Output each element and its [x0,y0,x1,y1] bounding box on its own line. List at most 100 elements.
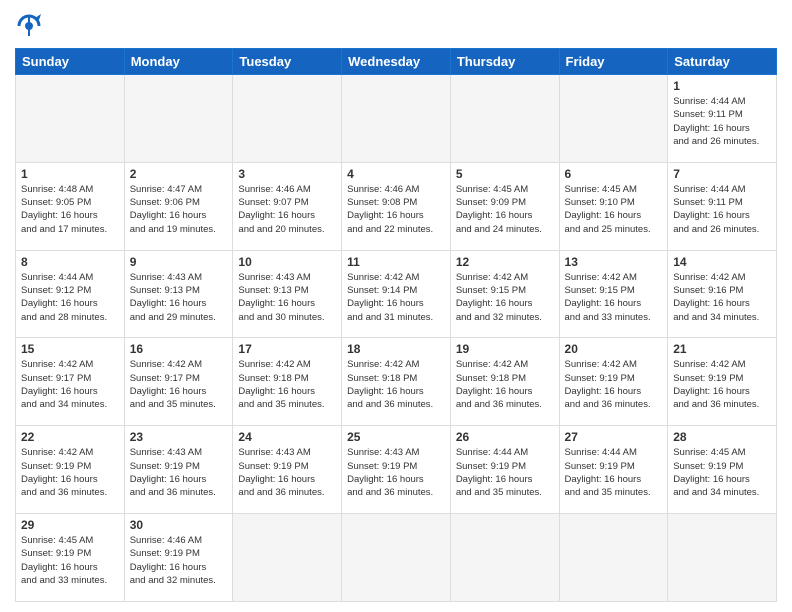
calendar-day-cell: 17 Sunrise: 4:42 AMSunset: 9:18 PMDayligh… [233,338,342,426]
day-info: Sunrise: 4:42 AMSunset: 9:17 PMDaylight:… [21,358,119,411]
calendar-day-cell [16,75,125,163]
day-info: Sunrise: 4:45 AMSunset: 9:19 PMDaylight:… [673,446,771,499]
day-info: Sunrise: 4:42 AMSunset: 9:16 PMDaylight:… [673,271,771,324]
calendar-day-cell: 28 Sunrise: 4:45 AMSunset: 9:19 PMDayligh… [668,426,777,514]
calendar-day-cell [233,75,342,163]
calendar-day-cell: 23 Sunrise: 4:43 AMSunset: 9:19 PMDayligh… [124,426,233,514]
day-info: Sunrise: 4:46 AMSunset: 9:19 PMDaylight:… [130,534,228,587]
day-info: Sunrise: 4:44 AMSunset: 9:19 PMDaylight:… [456,446,554,499]
day-number: 21 [673,342,771,356]
day-number: 11 [347,255,445,269]
day-info: Sunrise: 4:42 AMSunset: 9:19 PMDaylight:… [565,358,663,411]
day-number: 28 [673,430,771,444]
calendar-week-row: 15 Sunrise: 4:42 AMSunset: 9:17 PMDayligh… [16,338,777,426]
day-number: 18 [347,342,445,356]
calendar-header-cell: Wednesday [342,49,451,75]
day-number: 8 [21,255,119,269]
day-info: Sunrise: 4:46 AMSunset: 9:07 PMDaylight:… [238,183,336,236]
calendar-day-cell: 21 Sunrise: 4:42 AMSunset: 9:19 PMDayligh… [668,338,777,426]
calendar-header-cell: Saturday [668,49,777,75]
day-info: Sunrise: 4:45 AMSunset: 9:19 PMDaylight:… [21,534,119,587]
day-number: 15 [21,342,119,356]
day-info: Sunrise: 4:45 AMSunset: 9:09 PMDaylight:… [456,183,554,236]
day-info: Sunrise: 4:43 AMSunset: 9:19 PMDaylight:… [347,446,445,499]
calendar-day-cell: 19 Sunrise: 4:42 AMSunset: 9:18 PMDayligh… [450,338,559,426]
day-number: 3 [238,167,336,181]
day-number: 26 [456,430,554,444]
day-number: 4 [347,167,445,181]
day-info: Sunrise: 4:42 AMSunset: 9:18 PMDaylight:… [238,358,336,411]
day-info: Sunrise: 4:43 AMSunset: 9:13 PMDaylight:… [238,271,336,324]
day-info: Sunrise: 4:42 AMSunset: 9:18 PMDaylight:… [456,358,554,411]
calendar-week-row: 22Sunrise: 4:42 AMSunset: 9:19 PMDayligh… [16,426,777,514]
calendar-day-cell [124,75,233,163]
calendar-day-cell: 26 Sunrise: 4:44 AMSunset: 9:19 PMDayligh… [450,426,559,514]
calendar-table: SundayMondayTuesdayWednesdayThursdayFrid… [15,48,777,602]
day-number: 14 [673,255,771,269]
day-info: Sunrise: 4:44 AMSunset: 9:12 PMDaylight:… [21,271,119,324]
day-number: 6 [565,167,663,181]
calendar-body: 1 Sunrise: 4:44 AMSunset: 9:11 PMDaylight… [16,75,777,602]
day-info: Sunrise: 4:44 AMSunset: 9:11 PMDaylight:… [673,183,771,236]
calendar-day-cell: 24 Sunrise: 4:43 AMSunset: 9:19 PMDayligh… [233,426,342,514]
calendar-day-cell: 4 Sunrise: 4:46 AMSunset: 9:08 PMDaylight… [342,162,451,250]
day-number: 17 [238,342,336,356]
day-info: Sunrise: 4:42 AMSunset: 9:19 PMDaylight:… [21,446,119,499]
day-info: Sunrise: 4:42 AMSunset: 9:15 PMDaylight:… [456,271,554,324]
day-info: Sunrise: 4:43 AMSunset: 9:13 PMDaylight:… [130,271,228,324]
calendar-day-cell [450,514,559,602]
day-number: 1 [673,79,771,93]
calendar-day-cell: 18 Sunrise: 4:42 AMSunset: 9:18 PMDayligh… [342,338,451,426]
calendar-week-row: 8 Sunrise: 4:44 AMSunset: 9:12 PMDaylight… [16,250,777,338]
calendar-day-cell: 27Sunrise: 4:44 AMSunset: 9:19 PMDayligh… [559,426,668,514]
calendar-day-cell: 9Sunrise: 4:43 AMSunset: 9:13 PMDaylight… [124,250,233,338]
calendar-day-cell [342,514,451,602]
calendar-week-row: 29 Sunrise: 4:45 AMSunset: 9:19 PMDayligh… [16,514,777,602]
day-number: 12 [456,255,554,269]
day-number: 29 [21,518,119,532]
calendar-day-cell: 14 Sunrise: 4:42 AMSunset: 9:16 PMDayligh… [668,250,777,338]
calendar-day-cell: 12 Sunrise: 4:42 AMSunset: 9:15 PMDayligh… [450,250,559,338]
day-number: 19 [456,342,554,356]
logo-icon [15,12,43,40]
calendar-day-cell [450,75,559,163]
calendar-day-cell [342,75,451,163]
calendar-day-cell: 3 Sunrise: 4:46 AMSunset: 9:07 PMDaylight… [233,162,342,250]
calendar-day-cell: 7 Sunrise: 4:44 AMSunset: 9:11 PMDaylight… [668,162,777,250]
day-info: Sunrise: 4:42 AMSunset: 9:19 PMDaylight:… [673,358,771,411]
calendar-day-cell [233,514,342,602]
day-info: Sunrise: 4:46 AMSunset: 9:08 PMDaylight:… [347,183,445,236]
day-number: 23 [130,430,228,444]
day-info: Sunrise: 4:43 AMSunset: 9:19 PMDaylight:… [130,446,228,499]
calendar-day-cell: 1Sunrise: 4:44 AMSunset: 9:11 PMDaylight… [668,75,777,163]
calendar-day-cell: 5 Sunrise: 4:45 AMSunset: 9:09 PMDaylight… [450,162,559,250]
calendar-day-cell: 25 Sunrise: 4:43 AMSunset: 9:19 PMDayligh… [342,426,451,514]
calendar-day-cell: 2Sunrise: 4:47 AMSunset: 9:06 PMDaylight… [124,162,233,250]
calendar-header-cell: Friday [559,49,668,75]
logo [15,10,47,40]
calendar-day-cell [668,514,777,602]
day-info: Sunrise: 4:44 AMSunset: 9:19 PMDaylight:… [565,446,663,499]
calendar-header-cell: Sunday [16,49,125,75]
day-info: Sunrise: 4:43 AMSunset: 9:19 PMDaylight:… [238,446,336,499]
calendar-header-cell: Tuesday [233,49,342,75]
calendar-day-cell: 16 Sunrise: 4:42 AMSunset: 9:17 PMDayligh… [124,338,233,426]
calendar-day-cell: 1Sunrise: 4:48 AMSunset: 9:05 PMDaylight… [16,162,125,250]
header [15,10,777,40]
day-number: 7 [673,167,771,181]
day-number: 16 [130,342,228,356]
day-info: Sunrise: 4:48 AMSunset: 9:05 PMDaylight:… [21,183,119,236]
day-number: 13 [565,255,663,269]
day-number: 25 [347,430,445,444]
day-number: 24 [238,430,336,444]
calendar-week-row: 1Sunrise: 4:48 AMSunset: 9:05 PMDaylight… [16,162,777,250]
day-number: 30 [130,518,228,532]
day-info: Sunrise: 4:47 AMSunset: 9:06 PMDaylight:… [130,183,228,236]
calendar-day-cell: 6Sunrise: 4:45 AMSunset: 9:10 PMDaylight… [559,162,668,250]
calendar-header-cell: Thursday [450,49,559,75]
day-number: 20 [565,342,663,356]
day-info: Sunrise: 4:42 AMSunset: 9:18 PMDaylight:… [347,358,445,411]
day-info: Sunrise: 4:42 AMSunset: 9:17 PMDaylight:… [130,358,228,411]
calendar-day-cell: 20 Sunrise: 4:42 AMSunset: 9:19 PMDayligh… [559,338,668,426]
day-number: 5 [456,167,554,181]
